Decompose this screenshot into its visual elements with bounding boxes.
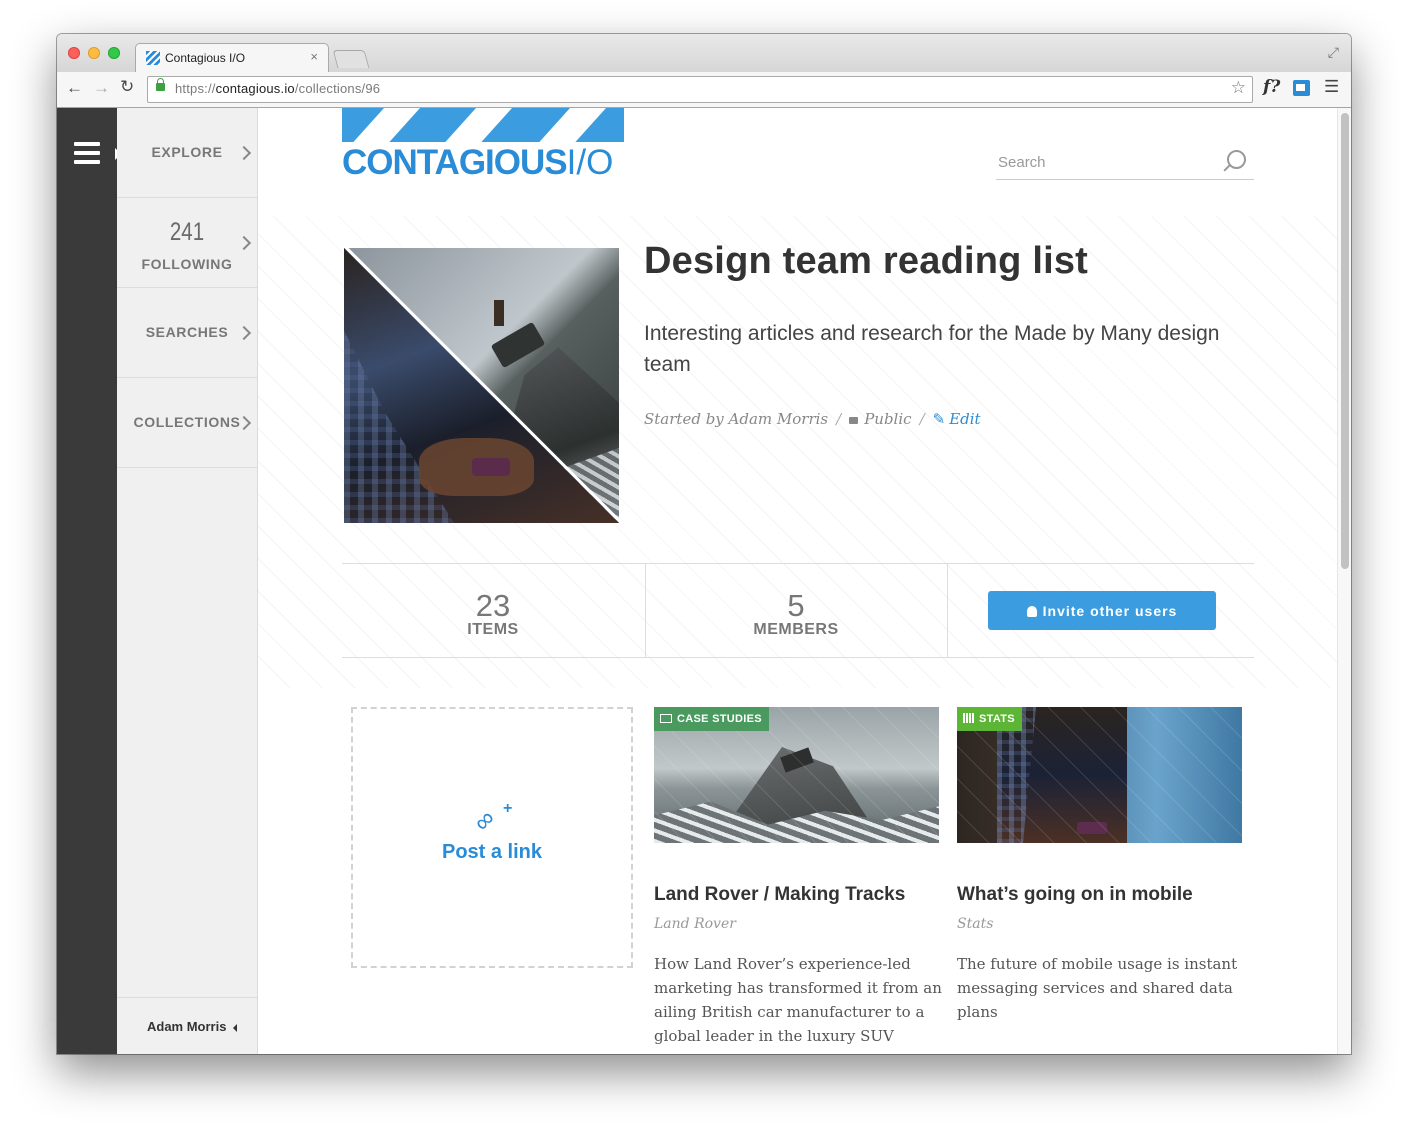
tab-bar: Contagious I/O × ⤢ <box>57 34 1351 73</box>
add-user-icon <box>1026 606 1037 617</box>
lock-icon <box>156 78 165 91</box>
card-title[interactable]: Land Rover / Making Tracks <box>654 884 954 906</box>
hamburger-menu-icon[interactable] <box>74 142 100 164</box>
items-count: 23 <box>475 588 511 623</box>
image-extension-icon[interactable] <box>1293 80 1310 96</box>
plus-icon: + <box>503 800 513 817</box>
forward-icon[interactable]: → <box>93 78 110 98</box>
card-source: Land Rover <box>654 916 736 932</box>
fullscreen-icon[interactable]: ⤢ <box>1328 44 1339 61</box>
sidebar-item-label: FOLLOWING <box>141 256 233 272</box>
browser-window: Contagious I/O × ⤢ ← → ↻ https://contagi… <box>57 34 1351 1054</box>
close-window-button[interactable] <box>68 47 80 59</box>
collection-meta: Started by Adam Morris / Public / ✎ Edit <box>644 410 981 428</box>
bar-chart-icon <box>963 713 975 723</box>
sidebar: EXPLORE 241 FOLLOWING SEARCHES COLLECTIO… <box>117 108 258 1054</box>
invite-users-button[interactable]: Invite other users <box>988 591 1216 630</box>
items-label: ITEMS <box>467 621 519 638</box>
bookmark-star-icon[interactable]: ☆ <box>1231 78 1246 98</box>
page-title: Design team reading list <box>644 240 1089 282</box>
started-by: Started by Adam Morris <box>644 410 829 428</box>
page-content: EXPLORE 241 FOLLOWING SEARCHES COLLECTIO… <box>57 108 1351 1054</box>
minimize-window-button[interactable] <box>88 47 100 59</box>
card-image[interactable]: STATS <box>957 707 1242 843</box>
post-link-button[interactable]: ∞ + Post a link <box>351 707 633 968</box>
members-label: MEMBERS <box>753 621 839 638</box>
sidebar-item-explore[interactable]: EXPLORE <box>117 108 257 198</box>
address-bar[interactable]: https://contagious.io/collections/96 ☆ <box>147 76 1253 103</box>
sidebar-item-searches[interactable]: SEARCHES <box>117 288 257 378</box>
new-tab-button[interactable] <box>332 50 370 68</box>
url-text: https://contagious.io/collections/96 <box>175 81 381 96</box>
card-description: How Land Rover’s experience-led marketin… <box>654 955 942 1054</box>
padlock-icon <box>849 417 859 424</box>
folder-icon <box>660 714 672 723</box>
font-extension-icon[interactable]: f? <box>1263 77 1280 97</box>
tab-contagious[interactable]: Contagious I/O × <box>135 43 329 73</box>
vertical-scrollbar[interactable] <box>1337 108 1351 1054</box>
reload-icon[interactable]: ↻ <box>120 77 134 97</box>
pencil-icon: ✎ <box>932 410 946 428</box>
collection-description: Interesting articles and research for th… <box>644 322 1220 376</box>
search-placeholder: Search <box>998 154 1046 171</box>
edit-link[interactable]: Edit <box>949 410 980 428</box>
sidebar-item-following[interactable]: 241 FOLLOWING <box>117 198 257 288</box>
collection-cover-image <box>344 248 619 523</box>
logo[interactable]: CONTAGIOUSI/O <box>342 143 613 183</box>
app-nav-rail <box>57 108 121 1054</box>
user-menu[interactable]: Adam Morris <box>117 997 257 1054</box>
scrollbar-thumb[interactable] <box>1341 113 1349 569</box>
card-description: The future of mobile usage is instant me… <box>957 955 1238 1021</box>
card-source: Stats <box>957 916 994 932</box>
visibility-label: Public <box>864 410 912 428</box>
link-icon: ∞ <box>466 802 502 838</box>
zoom-window-button[interactable] <box>108 47 120 59</box>
category-tag[interactable]: CASE STUDIES <box>654 707 769 731</box>
browser-toolbar: ← → ↻ https://contagious.io/collections/… <box>57 72 1351 108</box>
card-title[interactable]: What’s going on in mobile <box>957 884 1257 906</box>
sidebar-item-collections[interactable]: COLLECTIONS <box>117 378 257 468</box>
back-icon[interactable]: ← <box>66 78 83 98</box>
search-icon[interactable] <box>1227 150 1246 169</box>
caret-left-icon <box>233 1024 237 1032</box>
collection-stats: 23 ITEMS 5 MEMBERS Invite other users <box>342 563 1254 658</box>
post-link-label: Post a link <box>441 841 543 863</box>
members-count: 5 <box>787 588 805 623</box>
logo-stripe-graphic <box>342 108 624 142</box>
items-stat[interactable]: 23 ITEMS <box>342 564 644 657</box>
tab-title: Contagious I/O <box>165 51 246 65</box>
category-tag[interactable]: STATS <box>957 707 1022 731</box>
user-name: Adam Morris <box>147 1019 227 1034</box>
browser-menu-icon[interactable]: ☰ <box>1324 77 1339 97</box>
main-area: CONTAGIOUSI/O Search Design team reading… <box>258 108 1337 1054</box>
card-image[interactable]: CASE STUDIES <box>654 707 939 843</box>
favicon-icon <box>146 51 160 65</box>
search-input[interactable]: Search <box>996 146 1254 180</box>
following-count: 241 <box>169 218 205 246</box>
members-stat[interactable]: 5 MEMBERS <box>645 564 947 657</box>
tab-close-icon[interactable]: × <box>310 49 318 64</box>
